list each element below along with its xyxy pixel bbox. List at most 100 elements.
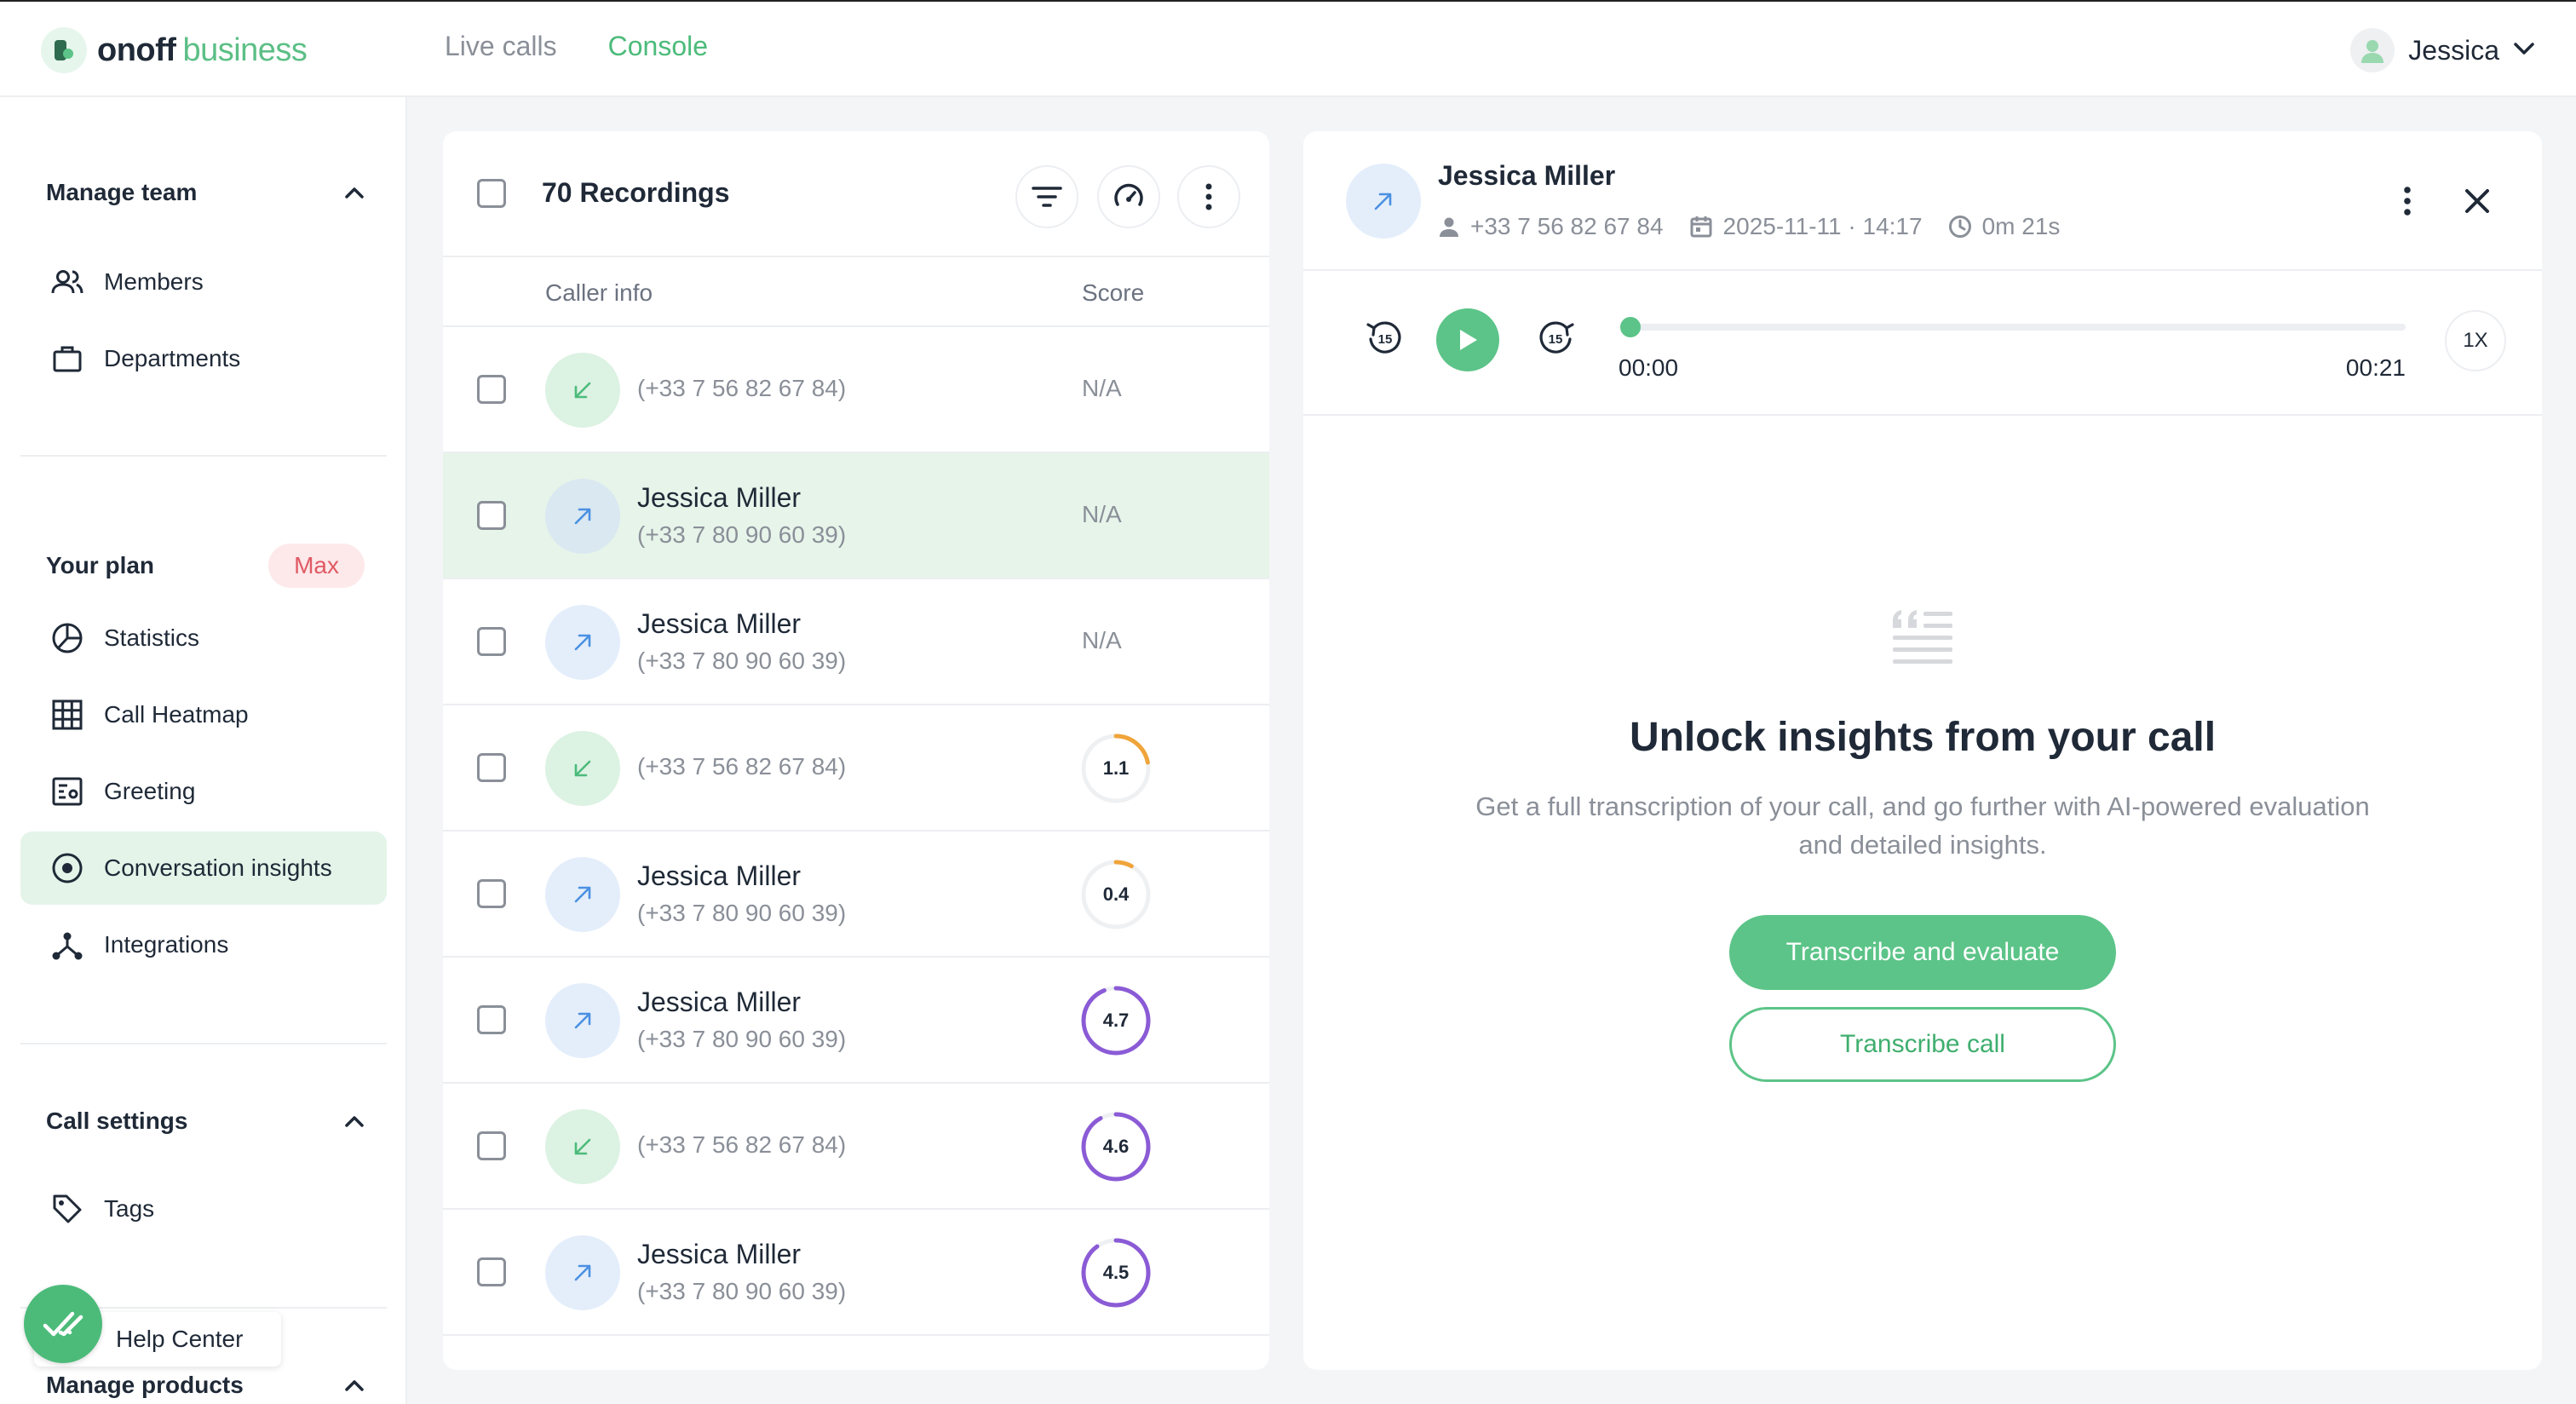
- progress-track[interactable]: [1627, 324, 2406, 331]
- recordings-header: 70 Recordings: [443, 131, 1269, 257]
- close-icon: [2465, 189, 2489, 213]
- select-all-checkbox[interactable]: [477, 179, 506, 208]
- call-meta: +33 7 56 82 67 84 2025-11-11 · 14:17 0m …: [1438, 213, 2085, 240]
- outgoing-call-icon: [545, 857, 620, 932]
- row-checkbox[interactable]: [477, 1005, 506, 1034]
- section-title: Manage products: [46, 1372, 244, 1398]
- caller-number: (+33 7 80 90 60 39): [637, 900, 847, 926]
- row-checkbox[interactable]: [477, 1131, 506, 1160]
- sidebar-item-statistics[interactable]: Statistics: [20, 601, 387, 675]
- section-call-settings[interactable]: Call settings: [46, 1104, 365, 1138]
- call-datetime: 2025-11-11 · 14:17: [1689, 213, 1923, 240]
- help-center-icon[interactable]: [24, 1285, 102, 1363]
- row-checkbox[interactable]: [477, 627, 506, 656]
- recording-row[interactable]: Jessica Miller (+33 7 80 90 60 39) 4.7: [443, 958, 1269, 1084]
- top-bar: onoff business Live calls Console Jessica: [0, 0, 2576, 97]
- sidebar-item-members[interactable]: Members: [20, 245, 387, 319]
- transcribe-call-button[interactable]: Transcribe call: [1729, 1007, 2116, 1082]
- user-avatar-icon: [2350, 28, 2395, 72]
- detail-more-button[interactable]: [2389, 182, 2426, 220]
- caller-number: (+33 7 56 82 67 84): [637, 1131, 847, 1158]
- sidebar-item-label: Conversation insights: [104, 854, 332, 881]
- outgoing-call-icon: [545, 983, 620, 1058]
- empty-state-description: Get a full transcription of your call, a…: [1475, 791, 2370, 860]
- row-checkbox[interactable]: [477, 753, 506, 782]
- recording-row[interactable]: Jessica Miller (+33 7 80 90 60 39) N/A: [443, 579, 1269, 705]
- chevron-up-icon: [345, 187, 364, 199]
- logo-text-bold: onoff: [97, 32, 176, 68]
- more-options-button[interactable]: [1177, 165, 1240, 228]
- filter-button[interactable]: [1015, 165, 1078, 228]
- score-ring: 4.6: [1080, 1111, 1152, 1182]
- call-phone: +33 7 56 82 67 84: [1438, 213, 1664, 240]
- rewind-15-button[interactable]: 15: [1361, 314, 1409, 361]
- recording-row[interactable]: (+33 7 56 82 67 84) N/A: [443, 327, 1269, 453]
- caller-name: Jessica Miller: [637, 608, 802, 639]
- recording-row[interactable]: Jessica Miller (+33 7 80 90 60 39) N/A: [443, 453, 1269, 579]
- incoming-call-icon: [545, 353, 620, 428]
- section-title: Manage team: [46, 179, 198, 205]
- sidebar-item-label: Greeting: [104, 778, 196, 804]
- row-checkbox[interactable]: [477, 501, 506, 530]
- score-value: 4.7: [1102, 1010, 1130, 1031]
- forward-15-button[interactable]: 15: [1532, 314, 1579, 361]
- more-vertical-icon: [1205, 183, 1212, 210]
- column-score[interactable]: Score: [1082, 279, 1144, 307]
- recording-row[interactable]: Jessica Miller (+33 7 80 90 60 39) 4.5: [443, 1210, 1269, 1336]
- section-title: Your plan: [46, 552, 155, 578]
- section-manage-products[interactable]: Manage products: [46, 1368, 365, 1402]
- recording-row[interactable]: (+33 7 56 82 67 84) 4.6: [443, 1084, 1269, 1210]
- score-filter-button[interactable]: [1097, 165, 1160, 228]
- column-caller-info[interactable]: Caller info: [545, 279, 653, 307]
- row-checkbox[interactable]: [477, 879, 506, 908]
- svg-text:15: 15: [1549, 332, 1563, 347]
- sidebar-item-label: Call Heatmap: [104, 701, 249, 728]
- recording-row[interactable]: Jessica Miller (+33 7 80 90 60 39) 0.4: [443, 831, 1269, 958]
- users-icon: [49, 264, 85, 300]
- rewind-15-icon: 15: [1366, 321, 1401, 354]
- sidebar-item-tags[interactable]: Tags: [20, 1172, 387, 1246]
- chevron-up-icon: [345, 1380, 364, 1391]
- call-duration: 0m 21s: [1948, 213, 2060, 240]
- total-time: 00:21: [2345, 354, 2406, 381]
- row-checkbox[interactable]: [477, 1257, 506, 1286]
- caller-number: (+33 7 56 82 67 84): [637, 375, 847, 401]
- more-vertical-icon: [2404, 187, 2411, 216]
- plan-badge: Max: [268, 544, 365, 588]
- sidebar-item-conversation-insights[interactable]: Conversation insights: [20, 831, 387, 905]
- top-nav: Live calls Console: [445, 31, 708, 62]
- playback-speed-button[interactable]: 1X: [2445, 310, 2506, 371]
- sidebar-item-label: Statistics: [104, 624, 200, 651]
- pie-chart-icon: [49, 620, 85, 656]
- recording-row[interactable]: (+33 7 56 82 67 84) 1.1: [443, 705, 1269, 831]
- logo[interactable]: onoff business: [41, 27, 308, 73]
- caller-name: Jessica Miller: [637, 860, 802, 891]
- progress-handle[interactable]: [1620, 317, 1641, 337]
- user-menu[interactable]: Jessica: [2350, 27, 2535, 73]
- sidebar-item-label: Departments: [104, 345, 241, 371]
- filter-icon: [1032, 187, 1062, 207]
- nav-console[interactable]: Console: [608, 31, 708, 62]
- call-phone-text: +33 7 56 82 67 84: [1470, 213, 1664, 239]
- sidebar-item-integrations[interactable]: Integrations: [20, 908, 387, 981]
- call-detail-header: Jessica Miller +33 7 56 82 67 84 2025-11…: [1303, 131, 2542, 271]
- transcribe-and-evaluate-button[interactable]: Transcribe and evaluate: [1729, 915, 2116, 990]
- section-title: Call settings: [46, 1108, 188, 1134]
- play-button[interactable]: [1436, 308, 1499, 371]
- caller-name: Jessica Miller: [637, 482, 802, 513]
- score-ring: 4.7: [1080, 985, 1152, 1056]
- caller-name: Jessica Miller: [637, 987, 802, 1017]
- nav-live-calls[interactable]: Live calls: [445, 31, 557, 62]
- sidebar-item-call-heatmap[interactable]: Call Heatmap: [20, 678, 387, 751]
- sidebar-item-departments[interactable]: Departments: [20, 322, 387, 395]
- section-manage-team[interactable]: Manage team: [46, 176, 365, 210]
- row-checkbox[interactable]: [477, 375, 506, 404]
- score-value: N/A: [1082, 375, 1122, 401]
- caller-number: (+33 7 80 90 60 39): [637, 521, 847, 548]
- logo-text-light: business: [182, 32, 308, 68]
- close-button[interactable]: [2458, 182, 2496, 220]
- sidebar-item-greeting[interactable]: Greeting: [20, 755, 387, 828]
- section-your-plan: Your plan Max: [46, 540, 365, 591]
- sidebar-divider: [20, 455, 387, 457]
- play-icon: [1460, 330, 1477, 350]
